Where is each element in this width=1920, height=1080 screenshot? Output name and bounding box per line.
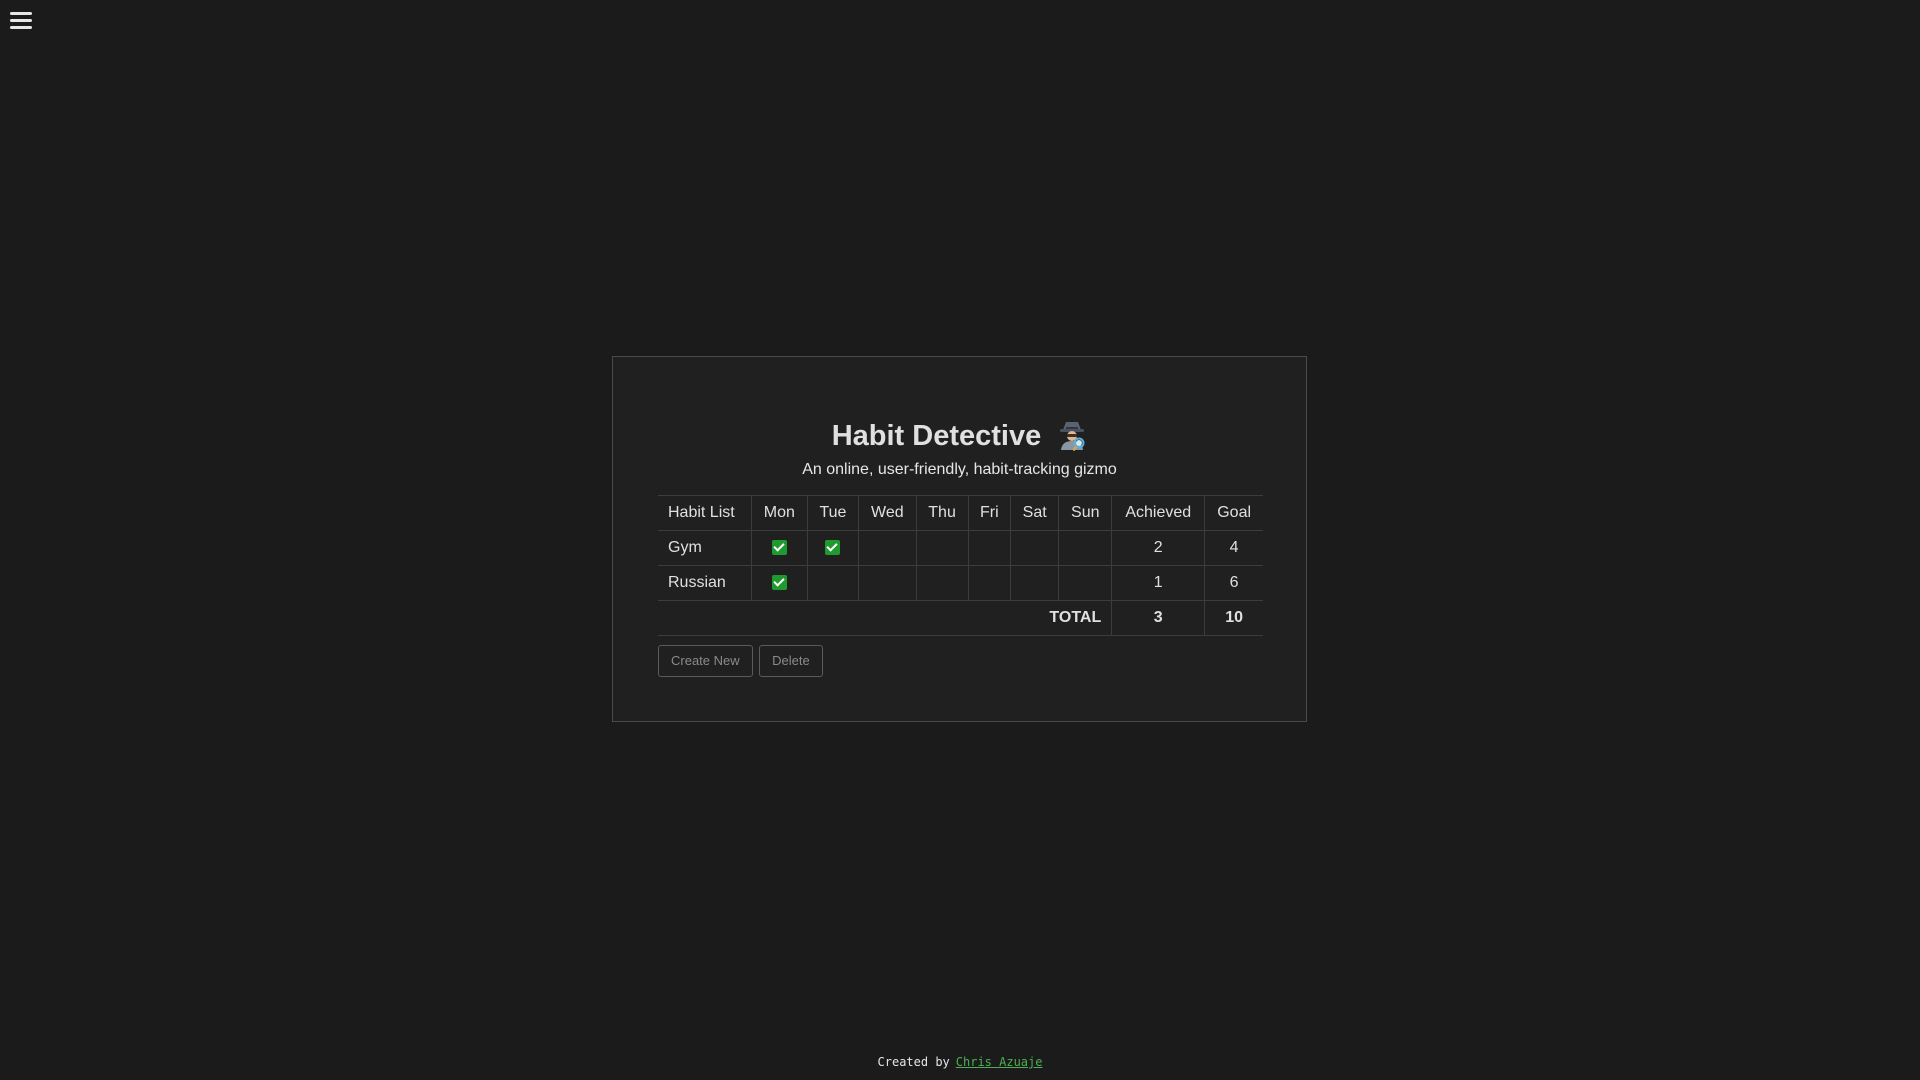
day-cell[interactable] — [1010, 565, 1059, 601]
day-cell[interactable] — [858, 530, 917, 566]
column-header-habit-list: Habit List — [658, 495, 752, 531]
achieved-count: 1 — [1111, 565, 1205, 601]
page-title-row: Habit Detective — [613, 419, 1306, 453]
day-cell[interactable] — [1010, 530, 1059, 566]
total-row: TOTAL 3 10 — [658, 600, 1263, 636]
day-cell[interactable] — [1058, 565, 1112, 601]
menu-line — [10, 26, 32, 29]
column-header-wed: Wed — [858, 495, 917, 531]
goal-count[interactable]: 4 — [1204, 530, 1263, 566]
footer: Created by Chris Azuaje — [0, 1055, 1920, 1069]
table-row: Gym 2 4 — [658, 530, 1263, 566]
day-cell[interactable] — [750, 530, 808, 566]
day-cell[interactable] — [1058, 530, 1112, 566]
column-header-thu: Thu — [915, 495, 969, 531]
goal-count[interactable]: 6 — [1204, 565, 1263, 601]
hamburger-menu-icon[interactable] — [10, 12, 32, 32]
page-title: Habit Detective — [831, 420, 1042, 452]
column-header-goal: Goal — [1204, 495, 1263, 531]
habit-name[interactable]: Gym — [658, 530, 752, 566]
footer-prefix: Created by — [877, 1055, 950, 1069]
day-cell[interactable] — [967, 530, 1011, 566]
table-header-row: Habit List Mon Tue Wed Thu Fri Sat Sun A… — [658, 495, 1263, 531]
checkmark-icon[interactable] — [771, 575, 787, 591]
menu-line — [10, 19, 32, 22]
day-cell[interactable] — [915, 565, 969, 601]
author-link[interactable]: Chris Azuaje — [956, 1055, 1043, 1069]
day-cell[interactable] — [806, 565, 859, 601]
habit-card: Habit Detective An online, user-friendly… — [612, 356, 1307, 722]
day-cell[interactable] — [750, 565, 808, 601]
achieved-count: 2 — [1111, 530, 1205, 566]
column-header-tue: Tue — [806, 495, 859, 531]
habit-table: Habit List Mon Tue Wed Thu Fri Sat Sun A… — [658, 495, 1263, 636]
create-new-button[interactable]: Create New — [658, 645, 753, 677]
day-cell[interactable] — [806, 530, 859, 566]
habit-name[interactable]: Russian — [658, 565, 752, 601]
menu-line — [10, 12, 32, 15]
day-cell[interactable] — [967, 565, 1011, 601]
delete-button[interactable]: Delete — [759, 645, 823, 677]
total-label: TOTAL — [658, 600, 1112, 636]
column-header-achieved: Achieved — [1111, 495, 1205, 531]
column-header-sat: Sat — [1010, 495, 1059, 531]
table-row: Russian 1 6 — [658, 565, 1263, 601]
checkmark-icon[interactable] — [771, 540, 787, 556]
detective-icon — [1060, 422, 1085, 451]
total-goal: 10 — [1204, 600, 1263, 636]
day-cell[interactable] — [858, 565, 917, 601]
column-header-fri: Fri — [967, 495, 1011, 531]
column-header-sun: Sun — [1058, 495, 1112, 531]
checkmark-icon[interactable] — [825, 540, 841, 556]
total-achieved: 3 — [1111, 600, 1205, 636]
action-buttons: Create New Delete — [658, 645, 825, 677]
page-subtitle: An online, user-friendly, habit-tracking… — [802, 461, 1117, 478]
column-header-mon: Mon — [750, 495, 808, 531]
day-cell[interactable] — [915, 530, 969, 566]
